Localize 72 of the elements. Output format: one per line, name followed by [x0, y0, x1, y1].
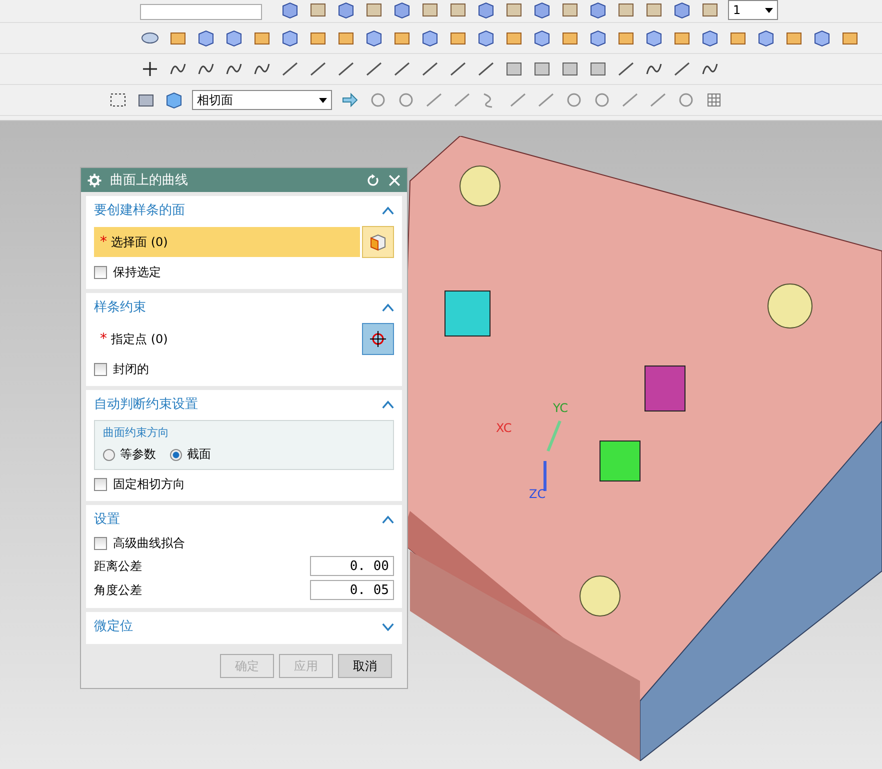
- chevron-icon[interactable]: [382, 514, 394, 524]
- cube-icon[interactable]: [588, 28, 608, 48]
- checkbox-label: 高级曲线拟合: [113, 535, 185, 552]
- selection-filter-dropdown[interactable]: 相切面: [192, 90, 332, 110]
- checkbox[interactable]: [94, 478, 107, 491]
- dialog-title: 曲面上的曲线: [110, 172, 189, 189]
- cube-icon[interactable]: [420, 28, 440, 48]
- checkbox-label: 保持选定: [113, 264, 161, 281]
- axis-label: ZC: [529, 487, 546, 501]
- settings-icon[interactable]: [87, 172, 102, 188]
- radio-label: 截面: [187, 446, 211, 463]
- selection-label: 指定点 (0): [111, 330, 168, 348]
- chevron-icon[interactable]: [382, 302, 394, 312]
- cube-icon[interactable]: [812, 28, 832, 48]
- cube-icon[interactable]: [476, 28, 496, 48]
- axis-label: YC: [553, 401, 568, 415]
- selection-row[interactable]: * 选择面 (0): [94, 227, 360, 257]
- selection-row[interactable]: * 指定点 (0): [94, 324, 360, 354]
- checkbox[interactable]: [94, 363, 107, 376]
- field-label: 距离公差: [94, 558, 142, 574]
- cube-icon[interactable]: [700, 28, 720, 48]
- selection-label: 选择面 (0): [111, 234, 168, 250]
- cube-icon[interactable]: [476, 0, 496, 20]
- close-icon[interactable]: [388, 174, 401, 186]
- group-title: 曲面约束方向: [103, 426, 169, 439]
- cube-icon[interactable]: [196, 28, 216, 48]
- radio-button[interactable]: [103, 448, 115, 460]
- field-label: 角度公差: [94, 582, 142, 598]
- chevron-icon[interactable]: [382, 622, 394, 630]
- axis-label: XC: [496, 421, 512, 435]
- section-title[interactable]: 要创建样条的面: [94, 201, 185, 219]
- section-title[interactable]: 微定位: [94, 617, 133, 635]
- face-select-button[interactable]: [362, 226, 394, 258]
- cube-icon[interactable]: [756, 28, 776, 48]
- checkbox-label: 封闭的: [113, 361, 149, 378]
- cube-icon[interactable]: [532, 0, 552, 20]
- cube-icon[interactable]: [392, 0, 412, 20]
- cube-icon[interactable]: [672, 0, 692, 20]
- chevron-icon[interactable]: [382, 400, 394, 408]
- required-marker: *: [100, 331, 107, 347]
- input-field[interactable]: 0. 05: [310, 580, 394, 600]
- radio-label: 等参数: [120, 446, 156, 463]
- required-marker: *: [100, 234, 107, 250]
- command-search-field[interactable]: [140, 4, 262, 20]
- dialog-button[interactable]: 取消: [338, 654, 392, 678]
- crosshair-icon: [368, 329, 388, 349]
- point-select-button[interactable]: [362, 323, 394, 355]
- cube-icon[interactable]: [280, 28, 300, 48]
- radio-button[interactable]: [170, 448, 182, 460]
- arrow-right-icon[interactable]: [340, 90, 360, 110]
- caret-icon: [319, 98, 327, 102]
- cube-icon[interactable]: [644, 28, 664, 48]
- checkbox-label: 固定相切方向: [113, 476, 185, 493]
- caret-icon: [765, 8, 773, 12]
- chevron-icon[interactable]: [382, 206, 394, 214]
- cube-icon: [368, 232, 388, 252]
- section-title[interactable]: 设置: [94, 510, 120, 528]
- section-title[interactable]: 样条约束: [94, 298, 146, 316]
- cube-icon[interactable]: [364, 28, 384, 48]
- section-title[interactable]: 自动判断约束设置: [94, 395, 198, 413]
- reset-icon[interactable]: [367, 174, 380, 186]
- cube-icon[interactable]: [280, 0, 300, 20]
- cube-icon[interactable]: [164, 90, 184, 110]
- plus-icon[interactable]: [140, 59, 160, 79]
- cube-icon[interactable]: [588, 0, 608, 20]
- checkbox[interactable]: [94, 537, 107, 550]
- layer-dropdown[interactable]: 1: [728, 0, 778, 20]
- cube-icon[interactable]: [224, 28, 244, 48]
- cube-icon[interactable]: [336, 0, 356, 20]
- cube-icon[interactable]: [532, 28, 552, 48]
- input-field[interactable]: 0. 00: [310, 556, 394, 576]
- checkbox[interactable]: [94, 266, 107, 279]
